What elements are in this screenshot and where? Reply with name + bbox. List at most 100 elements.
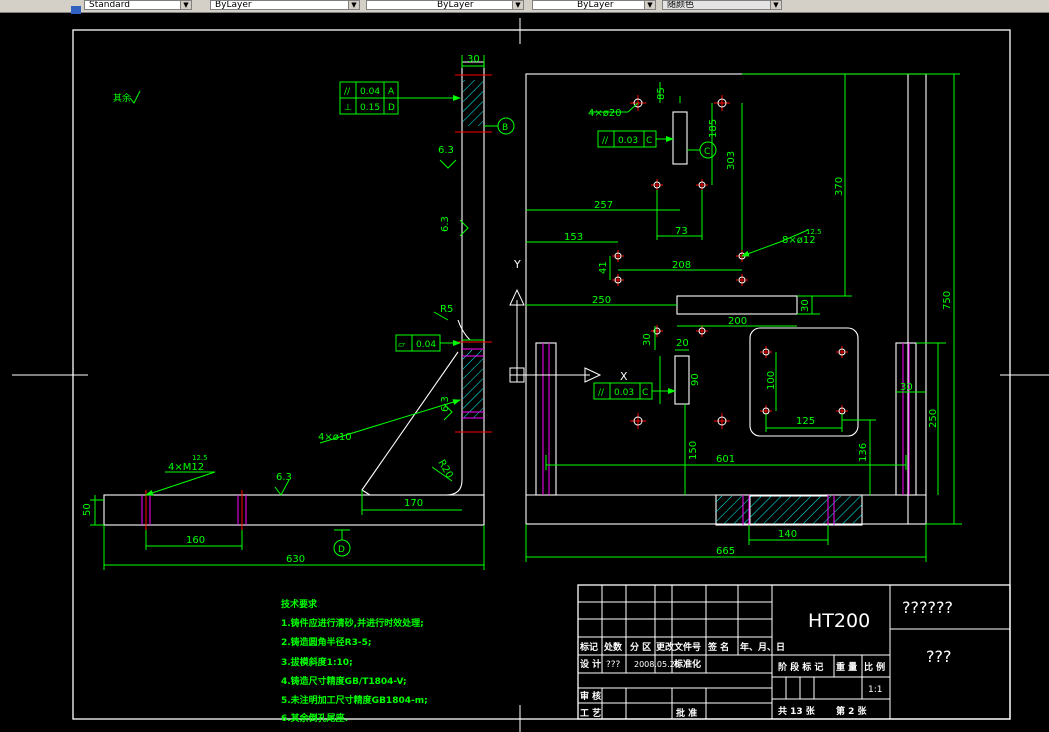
dim-208: 208 — [672, 260, 691, 271]
dim-250-right: 250 — [928, 409, 939, 428]
holes-d20-label: 4×ø20 — [588, 108, 622, 119]
process-label: 工 艺 — [580, 707, 601, 719]
header-date: 年、月、日 — [740, 641, 785, 653]
text-style-icon[interactable] — [70, 0, 82, 14]
sheet-number: 第 2 张 — [836, 705, 868, 717]
axis-x-label: X — [620, 370, 628, 383]
radius-r5: R5 — [440, 304, 453, 315]
drawing-code: ??? — [926, 647, 951, 666]
roughness-check-icon — [129, 90, 141, 104]
sheet-count: 共 13 张 — [778, 705, 816, 717]
fcf-perp-datum: D — [388, 103, 395, 113]
fcf-c1-datum: C — [646, 136, 652, 146]
layer-select[interactable]: ByLayer ▼ — [210, 0, 360, 10]
text-style-select[interactable]: Standard ▼ — [84, 0, 192, 10]
fcf-parallel-symbol: // — [344, 87, 351, 97]
fcf-parallel-value: 0.04 — [360, 87, 380, 97]
header-mark: 标记 — [579, 641, 598, 653]
dim-250-top: 250 — [592, 295, 611, 306]
stage-label: 阶 段 标 记 — [778, 661, 823, 673]
roughness-other-label: 其余 — [113, 92, 131, 104]
datum-b-label: B — [502, 123, 508, 133]
approve-label: 批 准 — [676, 707, 697, 719]
dim-30-top: 30 — [800, 299, 811, 312]
dim-185: 185 — [708, 119, 719, 138]
roughness-2: 6.3 — [440, 216, 451, 232]
linetype-value: ByLayer — [437, 0, 474, 10]
dim-90: 90 — [690, 373, 701, 386]
tech-req-line-1: 1.铸件应进行清砂,并进行时效处理; — [281, 617, 424, 629]
drawing-name: ?????? — [902, 598, 953, 617]
fcf-c2-symbol: // — [598, 388, 605, 398]
dim-303: 303 — [726, 151, 737, 170]
dim-41: 41 — [598, 261, 609, 274]
dim-630: 630 — [286, 554, 305, 565]
axis-y-label: Y — [513, 258, 521, 271]
dim-170: 170 — [404, 498, 423, 509]
roughness-3: 6.3 — [440, 396, 451, 412]
header-sign: 签 名 — [707, 641, 729, 653]
material-label: HT200 — [808, 610, 870, 632]
dim-140: 140 — [778, 529, 797, 540]
radius-r20: R20 — [435, 458, 454, 481]
dim-153: 153 — [564, 232, 583, 243]
title-block: HT200 ?????? ??? 标记 处数 分 区 更改文件号 签 名 年、月… — [577, 584, 1011, 720]
roughness-5: 12.5 — [192, 454, 208, 462]
fcf-perp-symbol: ⊥ — [344, 103, 352, 113]
roughness-1: 6.3 — [438, 145, 454, 156]
fcf-c2-datum: C — [642, 388, 648, 398]
drawing-canvas[interactable]: 其余 30 // 0.04 A ⊥ 0.15 D B 6.3 6.3 R5 ▱ … — [0, 12, 1049, 732]
designer-value: ??? — [606, 660, 621, 670]
lineweight-value: ByLayer — [577, 0, 614, 10]
tech-req-line-3: 3.拔模斜度1:10; — [281, 656, 353, 668]
chevron-down-icon: ▼ — [348, 1, 359, 9]
right-hatch-center — [750, 496, 828, 524]
linetype-select[interactable]: ByLayer ▼ — [366, 0, 524, 10]
dim-30-right: 30 — [900, 382, 913, 393]
technical-requirements: 技术要求 1.铸件应进行清砂,并进行时效处理; 2.铸造圆角半径R3-5; 3.… — [281, 598, 428, 724]
tech-req-title: 技术要求 — [281, 598, 318, 610]
header-docno: 更改文件号 — [656, 641, 701, 653]
chevron-down-icon: ▼ — [770, 1, 781, 9]
header-count: 处数 — [603, 641, 623, 653]
ucs-icon — [509, 288, 602, 383]
holes-m12-label: 4×M12 — [168, 462, 204, 473]
dim-750: 750 — [942, 291, 953, 310]
roughness-12-5: 12.5 — [806, 228, 822, 236]
dim-73: 73 — [675, 226, 688, 237]
dim-665: 665 — [716, 546, 735, 557]
fcf-c2-value: 0.03 — [614, 388, 634, 398]
dim-50: 50 — [82, 503, 93, 516]
design-date: 2008.05.28 — [634, 660, 680, 669]
weight-label: 重 量 — [836, 661, 857, 673]
lineweight-select[interactable]: ByLayer ▼ — [532, 0, 656, 10]
text-style-value: Standard — [89, 0, 130, 10]
dim-20: 20 — [676, 338, 689, 349]
tech-req-line-6: 6.其余倒孔尾座. — [281, 712, 348, 724]
standardize-label: 标准化 — [673, 658, 701, 670]
fcf-parallel-datum: A — [388, 87, 395, 97]
dim-top-width: 30 — [467, 54, 480, 65]
fcf-c1-value: 0.03 — [618, 136, 638, 146]
hatch-upper — [463, 80, 483, 126]
dim-150: 150 — [688, 441, 699, 460]
plot-style-select[interactable]: 随颜色 ▼ — [662, 0, 782, 10]
datum-d-label: D — [338, 545, 345, 555]
dim-370: 370 — [834, 177, 845, 196]
chevron-down-icon: ▼ — [180, 1, 191, 9]
scale-value: 1:1 — [868, 685, 882, 695]
review-label: 审 核 — [580, 690, 601, 702]
roughness-4: 6.3 — [276, 472, 292, 483]
fcf-flat-value: 0.04 — [416, 340, 436, 350]
tech-req-line-2: 2.铸造圆角半径R3-5; — [281, 636, 371, 648]
dim-257: 257 — [594, 200, 613, 211]
header-zone: 分 区 — [630, 641, 651, 653]
tech-req-line-5: 5.未注明加工尺寸精度GB1804-m; — [281, 694, 428, 706]
right-view: 4×ø20 85 // 0.03 C C 185 303 370 257 73 … — [509, 73, 962, 562]
designer-label: 设 计 — [580, 658, 601, 670]
left-view: 其余 30 // 0.04 A ⊥ 0.15 D B 6.3 6.3 R5 ▱ … — [82, 54, 515, 570]
scale-label: 比 例 — [864, 661, 885, 673]
chevron-down-icon: ▼ — [644, 1, 655, 9]
dim-200: 200 — [728, 316, 747, 327]
tech-req-line-4: 4.铸造尺寸精度GB/T1804-V; — [281, 675, 407, 687]
